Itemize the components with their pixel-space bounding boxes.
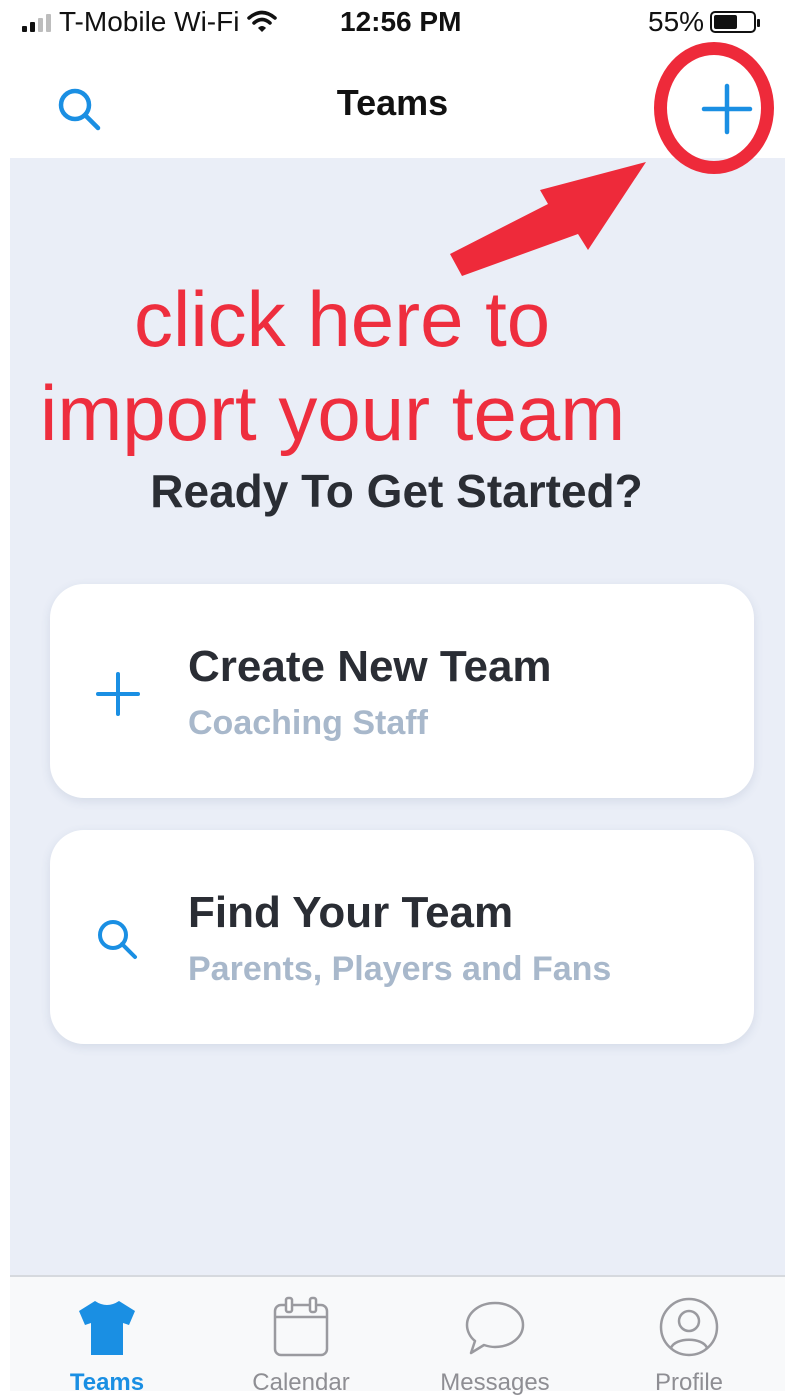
tab-label: Messages [440, 1369, 550, 1396]
card-title: Find Your Team [188, 888, 514, 937]
tab-messages[interactable]: Messages [398, 1277, 592, 1396]
wifi-icon [247, 10, 278, 32]
add-team-button[interactable] [690, 72, 764, 146]
profile-icon [659, 1297, 719, 1357]
get-started-heading: Ready To Get Started? [150, 465, 643, 517]
battery-icon [710, 11, 761, 33]
status-bar: T-Mobile Wi-Fi 12:56 PM 55% [0, 0, 785, 56]
plus-icon [701, 83, 753, 135]
navigation-bar: Teams [0, 56, 785, 158]
status-time: 12:56 PM [340, 6, 462, 37]
tab-teams[interactable]: Teams [10, 1277, 204, 1396]
plus-icon [96, 672, 140, 716]
tab-profile[interactable]: Profile [592, 1277, 785, 1396]
annotation-text: click here to import your team [40, 272, 700, 460]
find-your-team-card[interactable]: Find Your Team Parents, Players and Fans [50, 830, 754, 1044]
card-subtitle: Coaching Staff [188, 704, 428, 742]
signal-icon [22, 12, 51, 32]
battery-status: 55% [648, 6, 761, 38]
annotation-line-2: import your team [40, 369, 626, 457]
tab-label: Profile [654, 1369, 724, 1396]
carrier-label: T-Mobile Wi-Fi [59, 6, 240, 37]
calendar-icon [273, 1296, 329, 1357]
tab-bar: Teams Calendar Messages Profile [10, 1275, 785, 1396]
jersey-icon [79, 1301, 135, 1355]
carrier-info: T-Mobile Wi-Fi [22, 6, 278, 38]
chat-bubble-icon [465, 1301, 525, 1355]
battery-percent: 55% [648, 6, 705, 37]
search-icon [98, 920, 137, 959]
page-title: Teams [336, 82, 449, 123]
card-subtitle: Parents, Players and Fans [188, 950, 612, 988]
create-new-team-card[interactable]: Create New Team Coaching Staff [50, 584, 754, 798]
annotation-line-1: click here to [134, 275, 551, 363]
tab-label: Calendar [252, 1369, 350, 1396]
card-title: Create New Team [188, 642, 552, 691]
tab-label: Teams [69, 1369, 145, 1396]
tab-calendar[interactable]: Calendar [204, 1277, 398, 1396]
